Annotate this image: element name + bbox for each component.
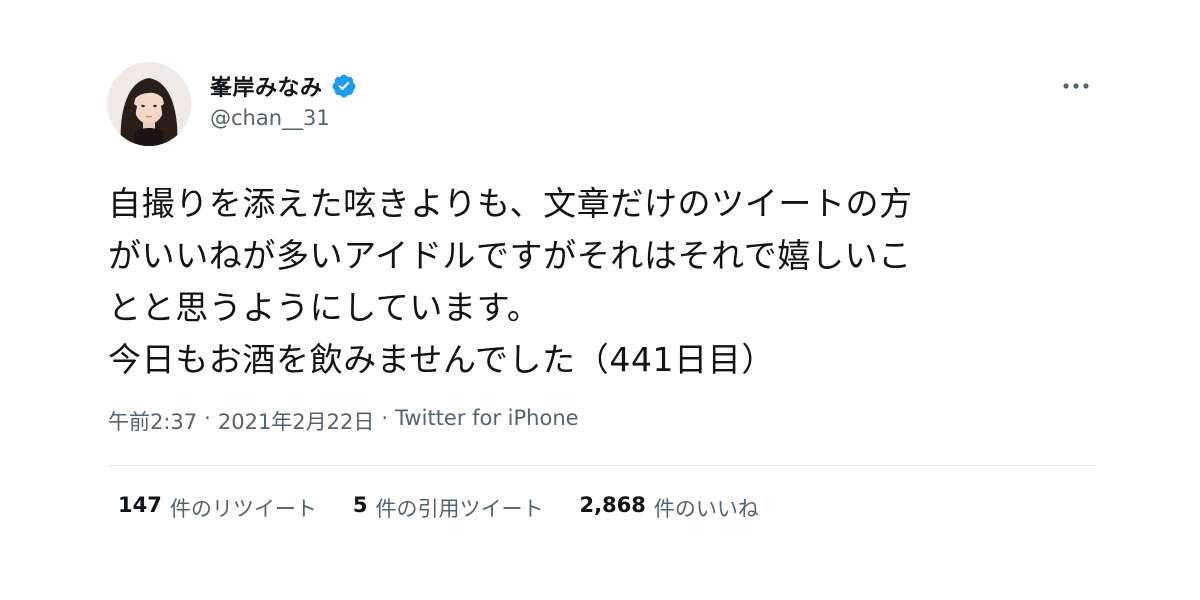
quote-tweets-count: 5 xyxy=(352,493,368,517)
retweets-label: 件のリツイート xyxy=(169,497,317,521)
tweet-text-line: がいいねが多いアイドルですがそれはそれで嬉しいこ xyxy=(108,236,912,275)
tweet-date[interactable]: 2021年2月22日 xyxy=(218,406,375,436)
more-options-icon[interactable] xyxy=(1060,78,1092,94)
avatar-photo xyxy=(107,62,191,146)
meta-separator: · xyxy=(381,406,389,430)
display-name[interactable]: 峯岸みなみ xyxy=(210,70,323,102)
quote-tweets-label: 件の引用ツイート xyxy=(375,497,544,521)
tweet-card: 峯岸みなみ @chan__31 自撮りを添えた呟きよりも、文章だけのツイートの方… xyxy=(0,0,1200,600)
verified-badge-icon xyxy=(331,73,357,99)
retweets-count: 147 xyxy=(118,493,162,517)
likes-count: 2,868 xyxy=(579,493,646,517)
divider xyxy=(108,465,1095,466)
likes-label: 件のいいね xyxy=(653,497,759,521)
tweet-text-line: とと思うようにしています。 xyxy=(108,288,541,327)
tweet-text: 自撮りを添えた呟きよりも、文章だけのツイートの方 がいいねが多いアイドルですがそ… xyxy=(108,178,1098,386)
user-name-row: 峯岸みなみ xyxy=(210,70,357,102)
retweets-stat[interactable]: 147 件のリツイート xyxy=(118,493,317,523)
tweet-text-line: 自撮りを添えた呟きよりも、文章だけのツイートの方 xyxy=(108,184,913,223)
tweet-metadata: 午前2:37 · 2021年2月22日 · Twitter for iPhone xyxy=(108,406,579,436)
tweet-text-line: 今日もお酒を飲みませんでした（441日目） xyxy=(108,340,775,379)
avatar[interactable] xyxy=(107,62,191,146)
meta-separator: · xyxy=(204,406,211,430)
quote-tweets-stat[interactable]: 5 件の引用ツイート xyxy=(353,493,544,523)
tweet-time[interactable]: 午前2:37 xyxy=(108,406,197,436)
tweet-stats: 147 件のリツイート 5 件の引用ツイート 2,868 件のいいね xyxy=(118,493,759,523)
user-handle[interactable]: @chan__31 xyxy=(210,106,330,130)
tweet-source[interactable]: Twitter for iPhone xyxy=(395,406,579,436)
likes-stat[interactable]: 2,868 件のいいね xyxy=(579,493,758,523)
